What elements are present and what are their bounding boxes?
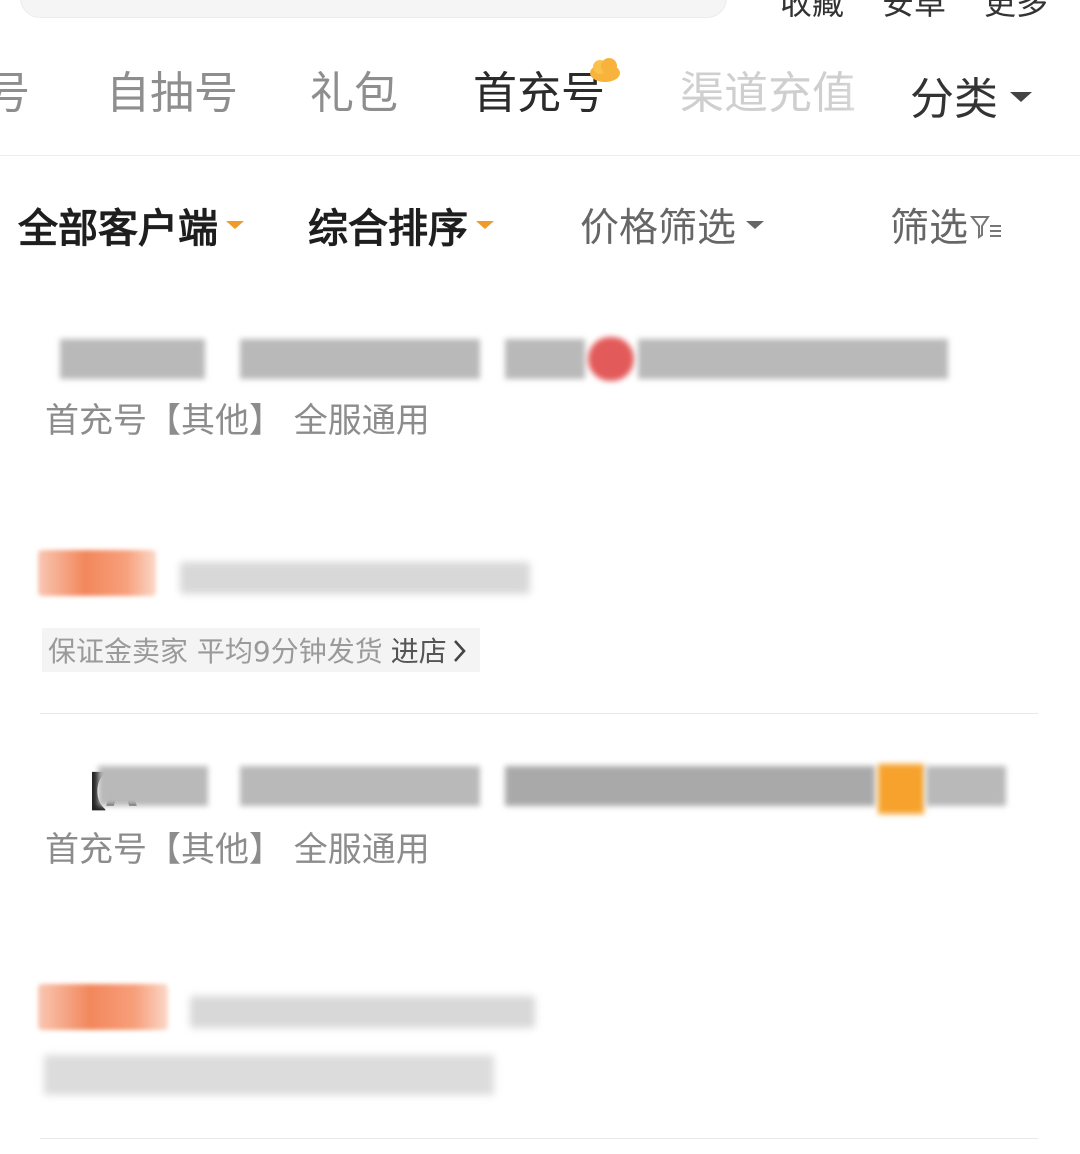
- filter-funnel-icon: [970, 216, 1002, 239]
- listing-tags: 首充号【其他】 全服通用: [45, 401, 430, 441]
- seller-level-badge: [38, 984, 168, 1030]
- tab-first-recharge-label: 首充号: [473, 68, 605, 119]
- tab-account[interactable]: 号: [0, 55, 30, 133]
- divider: [40, 713, 1038, 714]
- tab-self-draw[interactable]: 自抽号: [106, 55, 238, 133]
- filter-sort-label: 综合排序: [308, 206, 468, 252]
- tab-first-recharge[interactable]: 首充号: [473, 55, 620, 133]
- seller-level-badge: [38, 550, 156, 596]
- top-action-android[interactable]: 安卓: [882, 0, 946, 20]
- seller-name-obscured: [180, 562, 530, 594]
- listing-card[interactable]: 首充号【其他】 全服通用 保证金卖家 平均9分钟发货 进店: [0, 335, 1080, 715]
- search-bar[interactable]: [20, 0, 727, 18]
- seller-service-row: 保证金卖家 平均9分钟发货 进店: [42, 628, 480, 672]
- filter-sort[interactable]: 综合排序: [308, 185, 494, 265]
- top-action-more[interactable]: 更多: [984, 0, 1048, 20]
- enter-shop-link[interactable]: 进店: [391, 630, 447, 670]
- listing-tags: 首充号【其他】 全服通用: [45, 830, 430, 870]
- divider: [40, 1138, 1038, 1139]
- chevron-right-icon: [453, 640, 466, 662]
- filter-price[interactable]: 价格筛选: [580, 185, 765, 265]
- filter-client[interactable]: 全部客户端: [18, 185, 244, 265]
- hot-cloud-icon: [590, 58, 620, 82]
- top-actions: 收藏 安卓 更多: [780, 0, 1048, 20]
- listing-title-obscured: 【A: [60, 762, 1010, 816]
- listing-card[interactable]: 【A 首充号【其他】 全服通用: [0, 762, 1080, 1154]
- seller-row: [38, 984, 558, 1036]
- caret-down-icon: [746, 221, 765, 229]
- category-menu-button[interactable]: 分类: [872, 55, 1080, 135]
- filter-price-label: 价格筛选: [580, 206, 737, 251]
- caret-down-icon: [226, 221, 244, 229]
- tab-channel-recharge[interactable]: 渠道充值: [680, 55, 856, 133]
- filter-bar: 全部客户端 综合排序 价格筛选 筛选: [0, 185, 1080, 265]
- seller-row: [38, 550, 538, 602]
- listing-title-obscured: [60, 335, 950, 381]
- top-action-favorite[interactable]: 收藏: [780, 0, 844, 20]
- seller-service-obscured: [44, 1055, 494, 1095]
- caret-down-icon: [1010, 92, 1032, 102]
- filter-more-label: 筛选: [890, 206, 969, 251]
- filter-more[interactable]: 筛选: [890, 185, 1004, 265]
- category-menu-label: 分类: [910, 74, 998, 125]
- tab-gift-pack[interactable]: 礼包: [310, 55, 398, 133]
- seller-service-text: 保证金卖家 平均9分钟发货: [48, 635, 383, 668]
- seller-name-obscured: [190, 996, 535, 1028]
- caret-down-icon: [476, 221, 494, 229]
- filter-client-label: 全部客户端: [18, 206, 218, 252]
- divider: [0, 155, 1080, 156]
